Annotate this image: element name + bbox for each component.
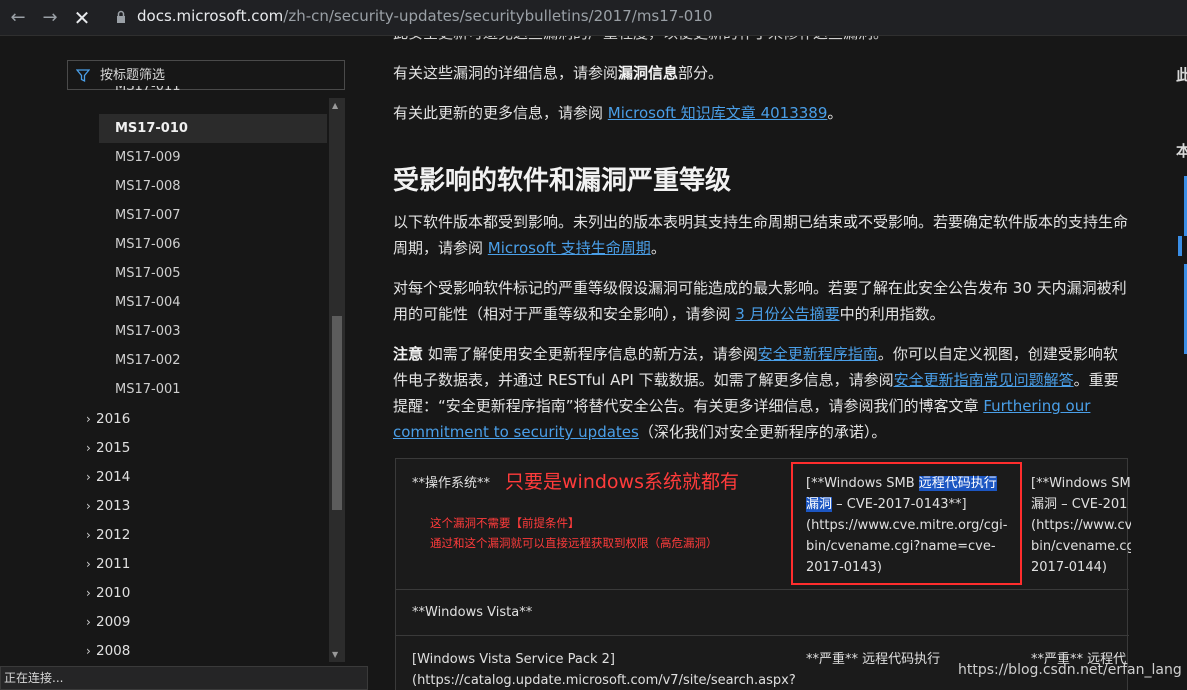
scroll-down-icon[interactable]: ▼ <box>332 650 338 659</box>
lock-icon <box>117 10 125 23</box>
affected-software-table: **操作系统** 只要是windows系统就都有 这个漏洞不需要【前提条件】 通… <box>395 458 1131 690</box>
toc-item-ms17-007[interactable]: MS17-007 <box>99 201 327 230</box>
chevron-right-icon: › <box>86 499 91 513</box>
browser-toolbar: ← → ✕ docs.microsoft.com/zh-cn/security-… <box>0 0 1187 36</box>
table-header-os: **操作系统** <box>412 476 491 491</box>
annotation-no-precondition: 这个漏洞不需要【前提条件】 <box>430 516 580 530</box>
toc-item-ms17-006[interactable]: MS17-006 <box>99 230 327 259</box>
paragraph-affected-software: 以下软件版本都受到影响。未列出的版本表明其支持生命周期已结束或不受影响。若要确定… <box>393 213 1129 257</box>
toc-scrollbar[interactable]: ▲ ▼ <box>329 98 345 662</box>
toc-item-ms17-001[interactable]: MS17-001 <box>99 375 327 404</box>
chevron-right-icon: › <box>86 586 91 600</box>
scroll-up-icon[interactable]: ▲ <box>332 101 338 110</box>
table-header-cve-0144: [**Windows SM 漏洞 – CVE-201 (https://www.… <box>1031 476 1131 575</box>
severity-cve-0143: **严重** 远程代码执行 <box>806 652 941 667</box>
toc-item-ms17-009[interactable]: MS17-009 <box>99 143 327 172</box>
toc-year-2009[interactable]: › 2009 <box>86 612 130 632</box>
toc-item-ms17-003[interactable]: MS17-003 <box>99 317 327 346</box>
toc-item-ms17-005[interactable]: MS17-005 <box>99 259 327 288</box>
toc-year-2016[interactable]: › 2016 <box>86 409 130 429</box>
paragraph-severity: 对每个受影响软件标记的严重等级假设漏洞可能造成的最大影响。若要了解在此安全公告发… <box>393 279 1127 323</box>
security-guide-faq-link[interactable]: 安全更新指南常见问题解答 <box>894 371 1074 389</box>
forward-arrow-icon[interactable]: → <box>38 6 62 30</box>
right-toc-heading-fragment: 此 <box>1176 66 1187 84</box>
note-label: 注意 <box>393 345 424 363</box>
toc-year-2014[interactable]: › 2014 <box>86 467 130 487</box>
toc-item-ms17-010[interactable]: MS17-010 <box>99 114 327 143</box>
bulletin-summary-link[interactable]: 3 月份公告摘要 <box>735 305 839 323</box>
toc-year-2011[interactable]: › 2011 <box>86 554 130 574</box>
security-guide-link[interactable]: 安全更新程序指南 <box>758 345 878 363</box>
chevron-right-icon: › <box>86 412 91 426</box>
toc-scrollbar-thumb[interactable] <box>332 316 342 510</box>
chevron-right-icon: › <box>86 528 91 542</box>
chevron-right-icon: › <box>86 470 91 484</box>
toc-sidebar: MS17-011 MS17-010 MS17-009 MS17-008 MS17… <box>0 36 360 690</box>
paragraph-vuln-info: 有关这些漏洞的详细信息，请参阅漏洞信息部分。 <box>393 64 724 82</box>
csdn-watermark: https://blog.csdn.net/erfan_lang <box>958 662 1182 678</box>
table-row-vista-sp2: [Windows Vista Service Pack 2] (https://… <box>412 649 796 690</box>
right-toc-active-indicator <box>1178 236 1182 256</box>
chevron-right-icon: › <box>86 615 91 629</box>
back-arrow-icon[interactable]: ← <box>6 6 30 30</box>
status-bar: 正在连接... <box>0 666 368 690</box>
right-toc-heading-fragment: 本 <box>1176 142 1187 160</box>
toc-item-ms17-008[interactable]: MS17-008 <box>99 172 327 201</box>
filter-icon <box>76 69 90 83</box>
toc-item-ms17-002[interactable]: MS17-002 <box>99 346 327 375</box>
toc-item-ms17-004[interactable]: MS17-004 <box>99 288 327 317</box>
support-lifecycle-link[interactable]: Microsoft 支持生命周期 <box>488 239 651 257</box>
stop-loading-icon[interactable]: ✕ <box>70 6 94 30</box>
red-highlight-box <box>791 462 1022 585</box>
annotation-all-windows: 只要是windows系统就都有 <box>505 471 739 493</box>
vista-sp2-link[interactable]: [Windows Vista Service Pack 2] <box>412 649 792 670</box>
chevron-right-icon: › <box>86 557 91 571</box>
toc-year-2015[interactable]: › 2015 <box>86 438 130 458</box>
toc-year-2010[interactable]: › 2010 <box>86 583 130 603</box>
bold-vuln-info: 漏洞信息 <box>618 64 679 82</box>
paragraph-kb-article: 有关此更新的更多信息，请参阅 Microsoft 知识库文章 4013389。 <box>393 104 843 122</box>
right-toc-panel: 此 本 <box>1150 36 1187 690</box>
toc-item-ms17-011[interactable]: MS17-011 <box>99 86 327 100</box>
table-divider <box>396 589 1129 590</box>
annotation-remote-privilege: 通过和这个漏洞就可以直接远程获取到权限（高危漏洞） <box>430 536 718 550</box>
paragraph-note: 注意 如需了解使用安全更新程序信息的新方法，请参阅安全更新程序指南。你可以自定义… <box>393 345 1119 441</box>
toc-year-2008[interactable]: › 2008 <box>86 641 130 661</box>
toc-year-2013[interactable]: › 2013 <box>86 496 130 516</box>
url-host: docs.microsoft.com <box>137 7 284 25</box>
table-row-vista: **Windows Vista** <box>412 605 533 620</box>
url-path: /zh-cn/security-updates/securitybulletin… <box>283 7 713 25</box>
table-divider <box>396 635 1129 636</box>
filter-input[interactable] <box>100 67 340 83</box>
article-text-cutoff: 此安全更新可避免这些漏洞的严重程度，以便更新的补丁来修补这些漏洞。 <box>393 36 1128 46</box>
section-heading: 受影响的软件和漏洞严重等级 <box>393 166 732 196</box>
chevron-right-icon: › <box>86 441 91 455</box>
kb-article-link[interactable]: Microsoft 知识库文章 4013389 <box>608 104 828 122</box>
chevron-right-icon: › <box>86 644 91 658</box>
address-bar[interactable]: docs.microsoft.com/zh-cn/security-update… <box>137 7 712 25</box>
toc-year-2012[interactable]: › 2012 <box>86 525 130 545</box>
article-content: 此安全更新可避免这些漏洞的严重程度，以便更新的补丁来修补这些漏洞。 有关这些漏洞… <box>360 36 1150 690</box>
